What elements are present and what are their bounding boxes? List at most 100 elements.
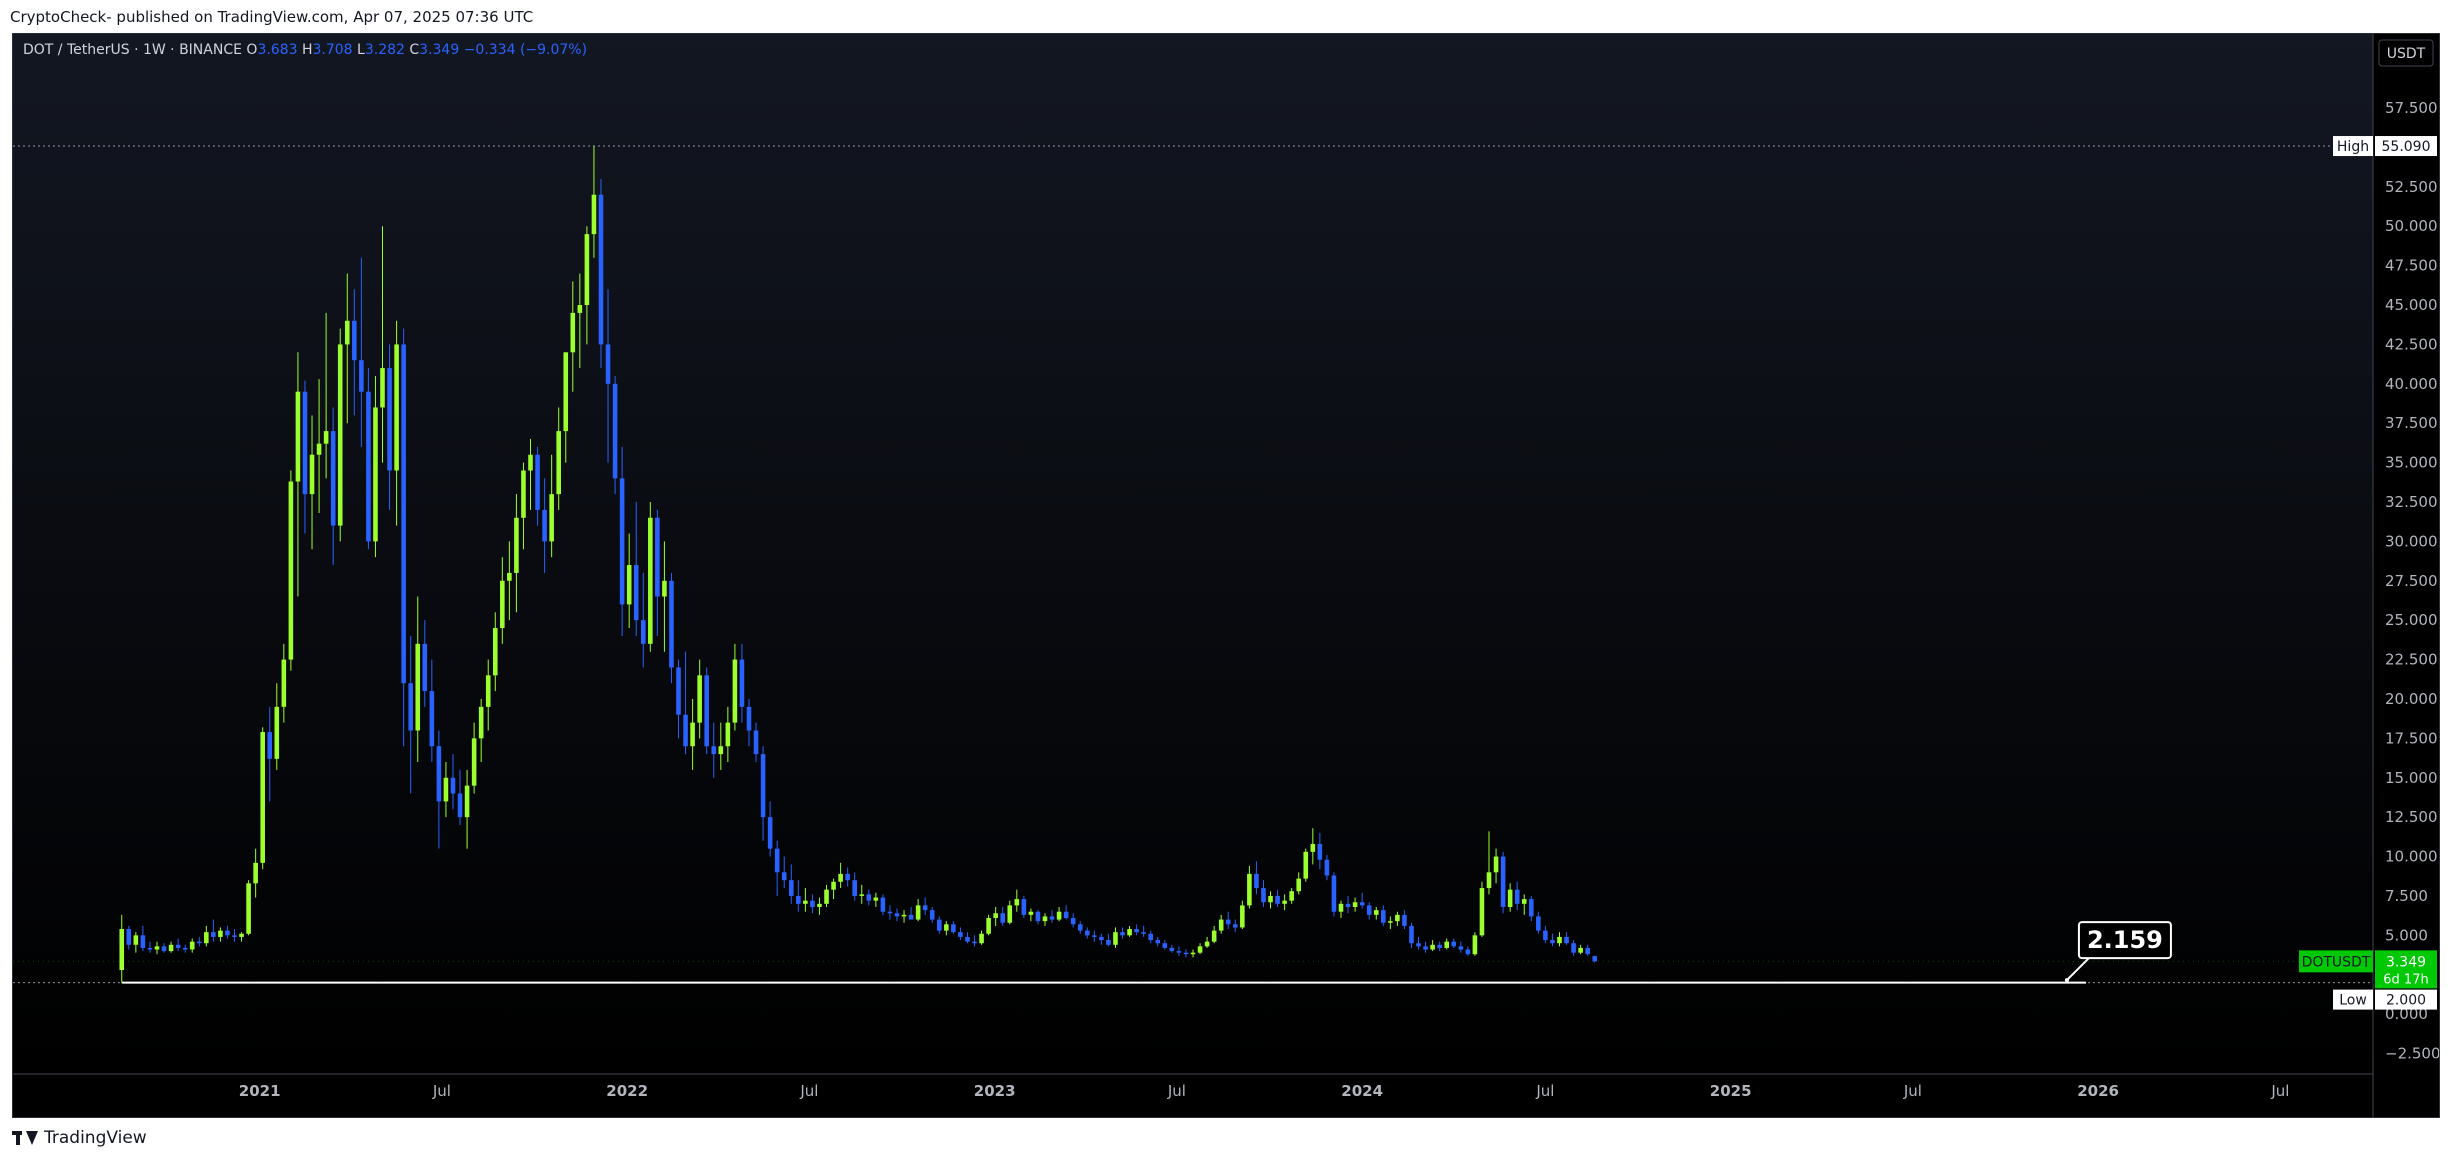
candle-body: [901, 914, 907, 917]
ohlc-legend: DOT / TetherUS · 1W · BINANCE O3.683 H3.…: [23, 42, 587, 58]
candle-body: [1120, 932, 1125, 936]
candle[interactable]: [1479, 881, 1485, 937]
candle[interactable]: [1331, 872, 1337, 917]
candle-body: [1472, 935, 1478, 955]
y-tick-label: 37.500: [2385, 414, 2438, 432]
candle[interactable]: [1303, 848, 1309, 882]
candle-body: [1359, 902, 1365, 906]
candle-body: [1014, 899, 1020, 906]
candle-body: [958, 932, 963, 937]
candle-body: [951, 924, 956, 933]
candle[interactable]: [260, 727, 265, 870]
candle-body: [1225, 919, 1231, 925]
candle[interactable]: [366, 368, 371, 550]
chart-panel[interactable]: 2.159 57.500 52.500 50.000 47.500 45.000 42.5…: [12, 33, 2440, 1118]
candle-body: [500, 580, 505, 629]
candle-body: [1021, 899, 1027, 915]
footer-brand-label: TradingView: [44, 1128, 147, 1148]
y-tick-label: 5.000: [2385, 926, 2428, 944]
candle-body: [1437, 944, 1442, 948]
candle-body: [1451, 941, 1457, 947]
candle-body: [211, 932, 216, 937]
close-label: C: [409, 42, 419, 58]
symbol-badge-text: DOTUSDT: [2302, 954, 2371, 970]
candle[interactable]: [1021, 895, 1027, 918]
candle[interactable]: [337, 328, 343, 542]
change-value: −0.334 (−9.07%): [464, 42, 587, 58]
candle-body: [1310, 843, 1316, 852]
candle-body: [1529, 899, 1534, 917]
candle[interactable]: [1472, 932, 1478, 956]
x-tick-label: 2022: [606, 1082, 648, 1100]
candle-body: [204, 932, 209, 944]
callout-anchor: [2064, 978, 2069, 983]
candle-body: [1557, 936, 1562, 944]
candle[interactable]: [648, 502, 653, 652]
y-tick-label: 25.000: [2385, 611, 2438, 629]
candle-body: [542, 509, 547, 542]
candle-body: [704, 675, 709, 747]
candle-body: [1204, 941, 1210, 947]
candle-body: [781, 872, 787, 881]
candle[interactable]: [612, 375, 618, 495]
candle-body: [1402, 914, 1407, 926]
candle-body: [873, 897, 879, 901]
candle-body: [859, 894, 865, 896]
candle-body: [1049, 916, 1055, 920]
candle-body: [464, 785, 470, 818]
candle-body: [979, 933, 984, 944]
candle-body: [1331, 875, 1337, 912]
price-chart[interactable]: 2.159 57.500 52.500 50.000 47.500 45.000 42.5…: [13, 34, 2439, 1117]
candle-body: [570, 312, 576, 353]
candle-body: [690, 722, 695, 747]
candle-body: [774, 848, 780, 873]
y-tick-label: 47.500: [2385, 257, 2438, 275]
candle-body: [584, 234, 590, 306]
candle-body: [401, 344, 406, 684]
candle-body: [422, 643, 428, 692]
candle-body: [1106, 940, 1111, 945]
candle-body: [1536, 916, 1541, 931]
candle-body: [732, 659, 738, 723]
candle-body: [1084, 930, 1090, 936]
bar-countdown: 6d 17h: [2383, 972, 2428, 987]
candle-body: [182, 947, 188, 950]
candle-body: [1500, 856, 1506, 907]
candle-body: [478, 706, 484, 739]
candle[interactable]: [669, 572, 674, 684]
candle-body: [1077, 924, 1083, 931]
candle-body: [1247, 873, 1252, 906]
y-tick-label: 50.000: [2385, 217, 2438, 235]
candle-body: [619, 478, 625, 605]
candle-body: [767, 817, 773, 849]
candle-body: [246, 883, 251, 934]
candle[interactable]: [1500, 851, 1506, 914]
candle-body: [1521, 899, 1527, 904]
candle-body: [887, 911, 893, 914]
candle-body: [1289, 891, 1294, 901]
candle-body: [1373, 910, 1379, 915]
candle[interactable]: [246, 880, 251, 936]
candle-body: [1345, 903, 1351, 907]
callout-text: 2.159: [2087, 926, 2163, 954]
candle-body: [196, 941, 202, 944]
candle-body: [239, 933, 244, 937]
candle-body: [1465, 949, 1471, 955]
candle-body: [1056, 911, 1062, 920]
x-tick-label: 2025: [1710, 1082, 1752, 1100]
y-tick-label: 45.000: [2385, 296, 2438, 314]
candle-body: [1493, 856, 1499, 873]
low-value: 2.000: [2386, 993, 2426, 1009]
candle-body: [436, 746, 442, 802]
candle[interactable]: [704, 667, 709, 755]
candle-body: [1141, 932, 1146, 934]
candle-body: [1430, 944, 1435, 950]
candle-body: [514, 517, 519, 573]
candle-body: [549, 494, 554, 542]
candle[interactable]: [598, 178, 604, 369]
candle-body: [1190, 952, 1196, 955]
candle-body: [845, 873, 850, 881]
candle-body: [168, 944, 174, 952]
candle-body: [1063, 911, 1069, 918]
candle[interactable]: [288, 470, 294, 671]
